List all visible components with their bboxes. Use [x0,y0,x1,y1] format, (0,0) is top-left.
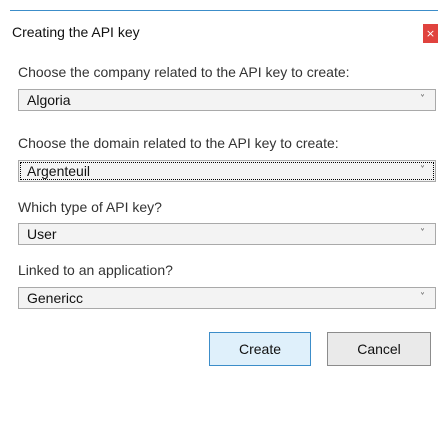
domain-label: Choose the domain related to the API key… [18,135,339,151]
chevron-down-icon: ˅ [420,94,425,105]
api-key-type-label: Which type of API key? [18,199,162,215]
dialog-title: Creating the API key [12,24,140,40]
api-key-type-select-value: User [27,226,57,242]
domain-select[interactable]: Argenteuil ˅ [18,160,436,182]
create-button[interactable]: Create [209,332,311,366]
chevron-down-icon: ˅ [420,165,425,176]
application-select[interactable]: Genericc ˅ [18,287,436,309]
close-button[interactable]: × [423,24,438,43]
close-icon: × [425,27,436,40]
domain-select-value: Argenteuil [27,163,91,179]
create-api-key-dialog: Creating the API key × Choose the compan… [10,10,438,431]
company-select[interactable]: Algoria ˅ [18,89,436,111]
application-select-value: Genericc [27,290,84,306]
chevron-down-icon: ˅ [420,228,425,239]
dialog-titlebar: Creating the API key × [10,11,438,47]
api-key-type-select[interactable]: User ˅ [18,223,436,245]
cancel-button[interactable]: Cancel [327,332,431,366]
company-select-value: Algoria [27,92,71,108]
chevron-down-icon: ˅ [420,292,425,303]
application-label: Linked to an application? [18,262,173,278]
company-label: Choose the company related to the API ke… [18,64,350,80]
